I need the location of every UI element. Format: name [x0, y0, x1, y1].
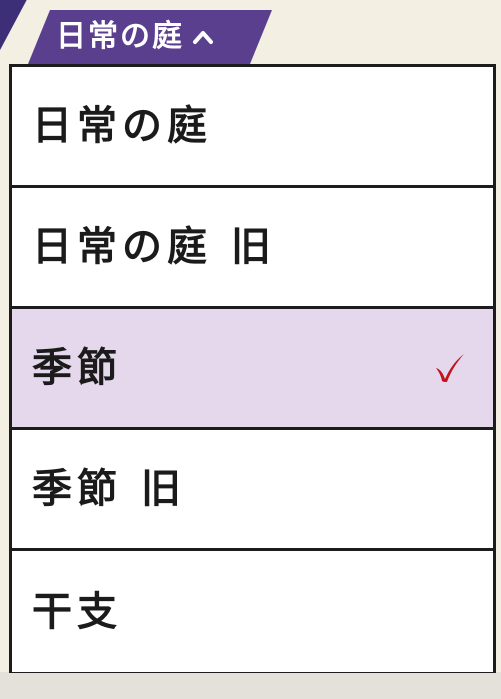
option-label: 干支 [32, 587, 122, 635]
corner-decoration [0, 0, 33, 62]
dropdown-selected-title: 日常の庭 [56, 19, 184, 54]
dropdown-option-kisetsu-old[interactable]: 季節 旧 [12, 430, 493, 551]
dropdown-option-nichijou-no-niwa-old[interactable]: 日常の庭 旧 [12, 188, 493, 309]
check-icon [436, 354, 464, 382]
option-label: 日常の庭 旧 [32, 223, 276, 270]
dropdown-option-eto[interactable]: 干支 [12, 551, 493, 672]
dropdown-toggle-button[interactable]: 日常の庭 [28, 10, 272, 64]
dropdown-option-nichijou-no-niwa[interactable]: 日常の庭 [12, 67, 493, 188]
dropdown-menu: 日常の庭 日常の庭 旧 季節 季節 旧 干支 [9, 64, 496, 673]
option-label: 季節 旧 [32, 465, 186, 512]
chevron-up-icon [192, 26, 214, 48]
background-strip [0, 672, 501, 699]
dropdown-option-kisetsu[interactable]: 季節 [12, 309, 493, 430]
option-label: 日常の庭 [32, 102, 212, 149]
option-label: 季節 [32, 344, 122, 391]
